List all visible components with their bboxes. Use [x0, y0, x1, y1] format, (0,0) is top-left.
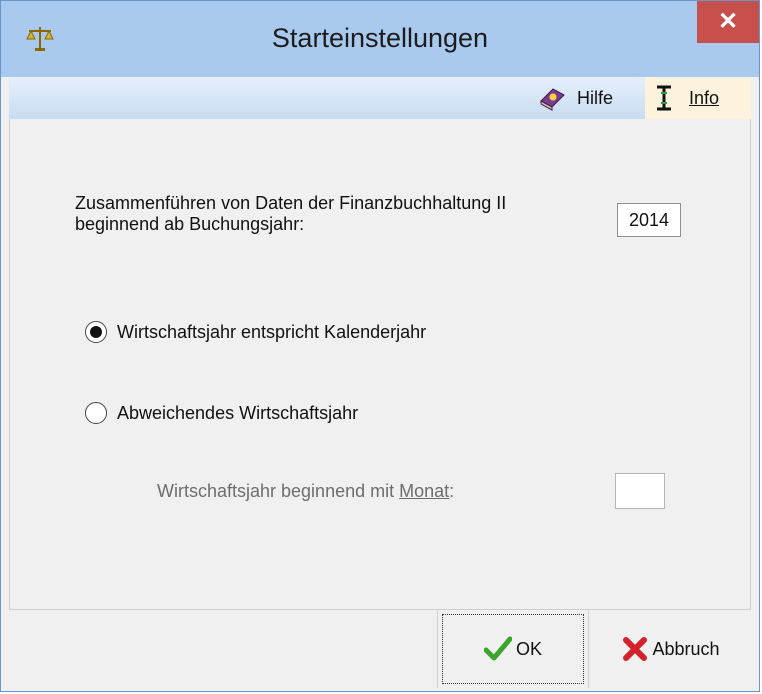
- cancel-button[interactable]: Abbruch: [591, 610, 751, 688]
- checkmark-icon: [483, 636, 512, 661]
- focus-rectangle: [442, 614, 584, 684]
- window-title: Starteinstellungen: [271, 23, 489, 53]
- close-icon: ✕: [717, 8, 739, 35]
- close-button[interactable]: ✕: [697, 1, 759, 43]
- title-bar[interactable]: Starteinstellungen ✕: [1, 1, 759, 77]
- cross-icon: [623, 637, 648, 661]
- merge-year-label: Zusammenführen von Daten der Finanzbuchh…: [75, 193, 615, 235]
- radio-button-checked[interactable]: [85, 321, 107, 343]
- info-cursor-icon: [657, 85, 671, 111]
- radio-deviating-label: Abweichendes Wirtschaftsjahr: [117, 402, 359, 423]
- ok-button[interactable]: OK: [437, 610, 589, 688]
- radio-calendar-label: Wirtschaftsjahr entspricht Kalenderjahr: [117, 321, 427, 342]
- help-button[interactable]: Hilfe: [537, 77, 613, 119]
- merge-year-label-line2: beginnend ab Buchungsjahr:: [75, 214, 305, 234]
- toolbar: Hilfe Info: [9, 77, 751, 120]
- info-label: Info: [689, 87, 720, 108]
- info-button[interactable]: Info: [645, 77, 751, 119]
- merge-year-label-line1: Zusammenführen von Daten der Finanzbuchh…: [75, 193, 507, 213]
- month-label-key: Monat: [399, 481, 450, 501]
- ok-label: OK: [515, 638, 542, 659]
- help-label: Hilfe: [577, 87, 614, 108]
- radio-button-unchecked[interactable]: [85, 402, 107, 424]
- radio-deviating-year[interactable]: Abweichendes Wirtschaftsjahr: [85, 402, 358, 424]
- help-book-icon: [540, 88, 565, 111]
- dialog-window: Starteinstellungen ✕ Hilfe Info Zusammen…: [0, 0, 760, 692]
- radio-calendar-year[interactable]: Wirtschaftsjahr entspricht Kalenderjahr: [85, 321, 426, 343]
- month-label-suffix: :: [449, 481, 455, 501]
- month-label: Wirtschaftsjahr beginnend mit Monat:: [157, 481, 454, 502]
- button-bar: OK Abbruch: [9, 609, 751, 688]
- start-month-input[interactable]: [615, 473, 665, 509]
- cancel-label: Abbruch: [652, 638, 720, 659]
- month-label-prefix: Wirtschaftsjahr beginnend mit: [157, 481, 400, 501]
- booking-year-input[interactable]: [617, 203, 681, 237]
